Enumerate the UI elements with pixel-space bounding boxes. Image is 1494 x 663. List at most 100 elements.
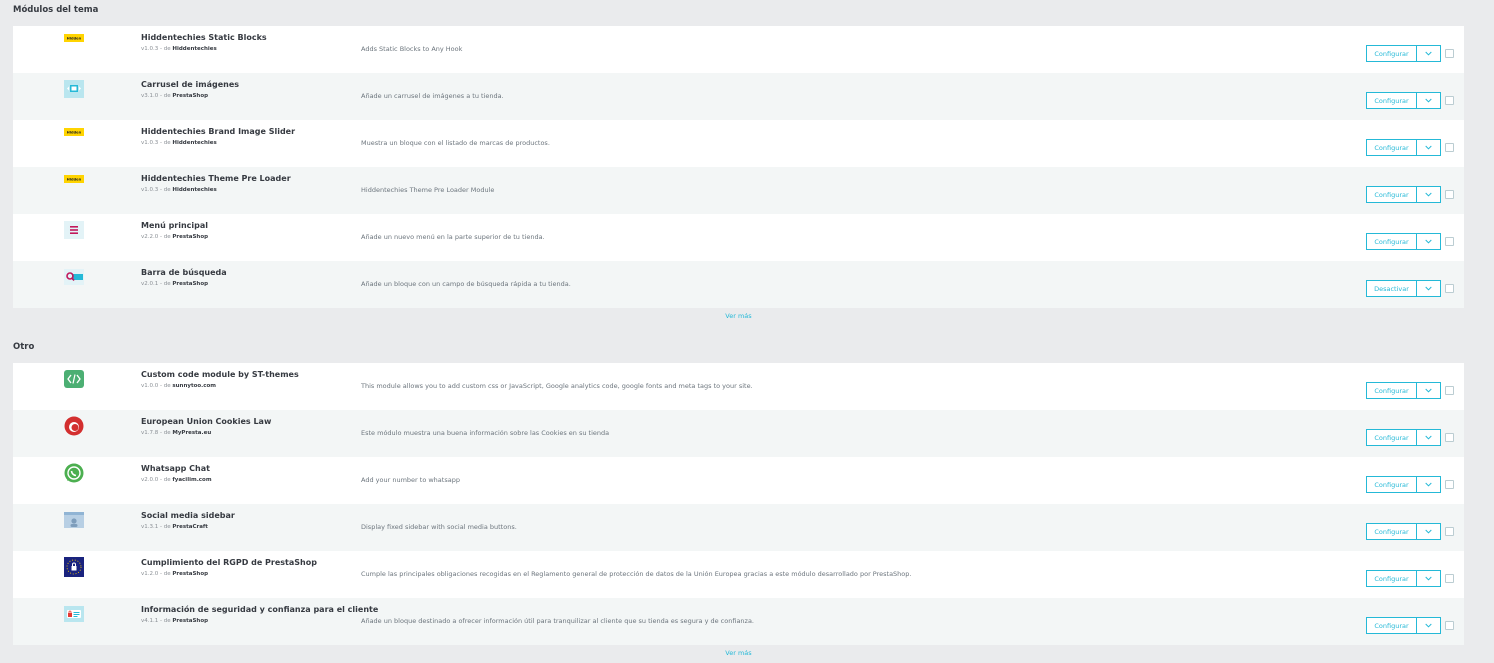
code-icon [64,369,84,389]
configurar-button[interactable]: Configurar [1366,476,1417,493]
module-select-checkbox[interactable] [1445,49,1454,58]
module-by: - de [160,618,171,624]
see-more-link[interactable]: Ver más [13,649,1464,657]
section-title-theme-modules: Módulos del tema [13,5,99,15]
module-row-cumplimiento-del-rgpd-de-prestashop: Cumplimiento del RGPD de PrestaShop v1.2.… [13,551,1464,598]
image-slider-icon [64,79,84,99]
module-version: v1.3.1 [141,524,159,530]
module-row-hiddentechies-static-blocks: Hidden Hiddentechies Static Blocks v1.0.3 … [13,26,1464,73]
module-select-checkbox[interactable] [1445,143,1454,152]
module-row-european-union-cookies-law: European Union Cookies Law v1.7.8 - de My… [13,410,1464,457]
module-version: v2.0.0 [141,477,159,483]
module-meta: v1.2.0 - de PrestaShop [141,571,208,577]
module-select-checkbox[interactable] [1445,96,1454,105]
configurar-button[interactable]: Configurar [1366,233,1417,250]
module-action-group: Configurar [1366,570,1441,587]
module-row-menu-principal: Menú principal v2.2.0 - de PrestaShop Añad… [13,214,1464,261]
module-description: Añade un bloque destinado a ofrecer info… [361,617,755,625]
configurar-button[interactable]: Configurar [1366,45,1417,62]
module-name: Social media sidebar [141,511,235,520]
module-by: - de [160,524,171,530]
whatsapp-icon [64,463,84,483]
module-description: Adds Static Blocks to Any Hook [361,45,463,53]
chevron-down-icon[interactable] [1417,233,1441,250]
module-author: PrestaShop [172,571,209,577]
module-description: This module allows you to add custom css… [361,382,753,390]
module-meta: v1.0.3 - de Hiddentechies [141,140,217,146]
chevron-down-icon[interactable] [1417,429,1441,446]
module-description: Muestra un bloque con el listado de marc… [361,139,550,147]
module-select-checkbox[interactable] [1445,574,1454,583]
chevron-down-icon[interactable] [1417,139,1441,156]
module-action-group: Configurar [1366,617,1441,634]
module-meta: v2.2.0 - de PrestaShop [141,234,208,240]
module-meta: v1.7.8 - de MyPresta.eu [141,430,211,436]
module-author: Hiddentechies [172,187,217,193]
module-meta: v2.0.0 - de fyacilim.com [141,477,212,483]
see-more-link[interactable]: Ver más [13,312,1464,320]
module-version: v2.2.0 [141,234,159,240]
module-select-checkbox[interactable] [1445,386,1454,395]
module-meta: v1.3.1 - de PrestaCraft [141,524,208,530]
configurar-button[interactable]: Configurar [1366,523,1417,540]
configurar-button[interactable]: Configurar [1366,139,1417,156]
module-row-barra-de-busqueda: Barra de búsqueda v2.0.1 - de PrestaShop A… [13,261,1464,308]
module-select-checkbox[interactable] [1445,190,1454,199]
chevron-down-icon[interactable] [1417,92,1441,109]
module-author: PrestaShop [172,234,209,240]
chevron-down-icon[interactable] [1417,280,1441,297]
module-row-carrusel-de-imagenes: Carrusel de imágenes v3.1.0 - de PrestaSh… [13,73,1464,120]
module-name: European Union Cookies Law [141,417,272,426]
configurar-button[interactable]: Configurar [1366,617,1417,634]
module-row-social-media-sidebar: Social media sidebar v1.3.1 - de PrestaCr… [13,504,1464,551]
module-select-checkbox[interactable] [1445,621,1454,630]
configurar-button[interactable]: Configurar [1366,92,1417,109]
module-version: v1.2.0 [141,571,159,577]
module-row-informacion-de-seguridad-y-confianza-para-el-cliente: Información de seguridad y confianza par… [13,598,1464,645]
module-description: Cumple las principales obligaciones reco… [361,570,912,578]
module-author: fyacilim.com [172,477,212,483]
module-name: Hiddentechies Static Blocks [141,33,267,42]
module-select-checkbox[interactable] [1445,433,1454,442]
gdpr-lock-icon [64,557,84,577]
mypresta-logo-icon [64,416,84,436]
chevron-down-icon[interactable] [1417,570,1441,587]
module-version: v2.0.1 [141,281,159,287]
module-name: Hiddentechies Brand Image Slider [141,127,296,136]
module-select-checkbox[interactable] [1445,527,1454,536]
chevron-down-icon[interactable] [1417,45,1441,62]
chevron-down-icon[interactable] [1417,186,1441,203]
module-meta: v4.1.1 - de PrestaShop [141,618,208,624]
chevron-down-icon[interactable] [1417,382,1441,399]
module-version: v1.7.8 [141,430,159,436]
module-description: Añade un nuevo menú en la parte superior… [361,233,545,241]
chevron-down-icon[interactable] [1417,617,1441,634]
module-by: - de [160,93,171,99]
module-by: - de [160,140,171,146]
configurar-button[interactable]: Configurar [1366,570,1417,587]
configurar-button[interactable]: Configurar [1366,382,1417,399]
module-name: Menú principal [141,221,209,230]
module-meta: v3.1.0 - de PrestaShop [141,93,208,99]
chevron-down-icon[interactable] [1417,523,1441,540]
module-meta: v1.0.3 - de Hiddentechies [141,46,217,52]
module-select-checkbox[interactable] [1445,480,1454,489]
configurar-button[interactable]: Configurar [1366,429,1417,446]
module-author: MyPresta.eu [172,430,212,436]
module-select-checkbox[interactable] [1445,284,1454,293]
module-description: Display fixed sidebar with social media … [361,523,517,531]
hiddentechies-logo-icon: Hidden [64,122,84,142]
module-meta: v1.0.0 - de sunnytoo.com [141,383,216,389]
configurar-button[interactable]: Configurar [1366,186,1417,203]
module-action-group: Configurar [1366,476,1441,493]
module-action-group: Desactivar [1366,280,1441,297]
module-by: - de [160,477,171,483]
module-by: - de [160,430,171,436]
module-select-checkbox[interactable] [1445,237,1454,246]
chevron-down-icon[interactable] [1417,476,1441,493]
module-by: - de [160,234,171,240]
module-by: - de [160,383,171,389]
other-modules-list: Custom code module by ST-themes v1.0.0 - … [13,363,1464,663]
svg-text:Hidden: Hidden [67,178,82,182]
desactivar-button[interactable]: Desactivar [1366,280,1417,297]
